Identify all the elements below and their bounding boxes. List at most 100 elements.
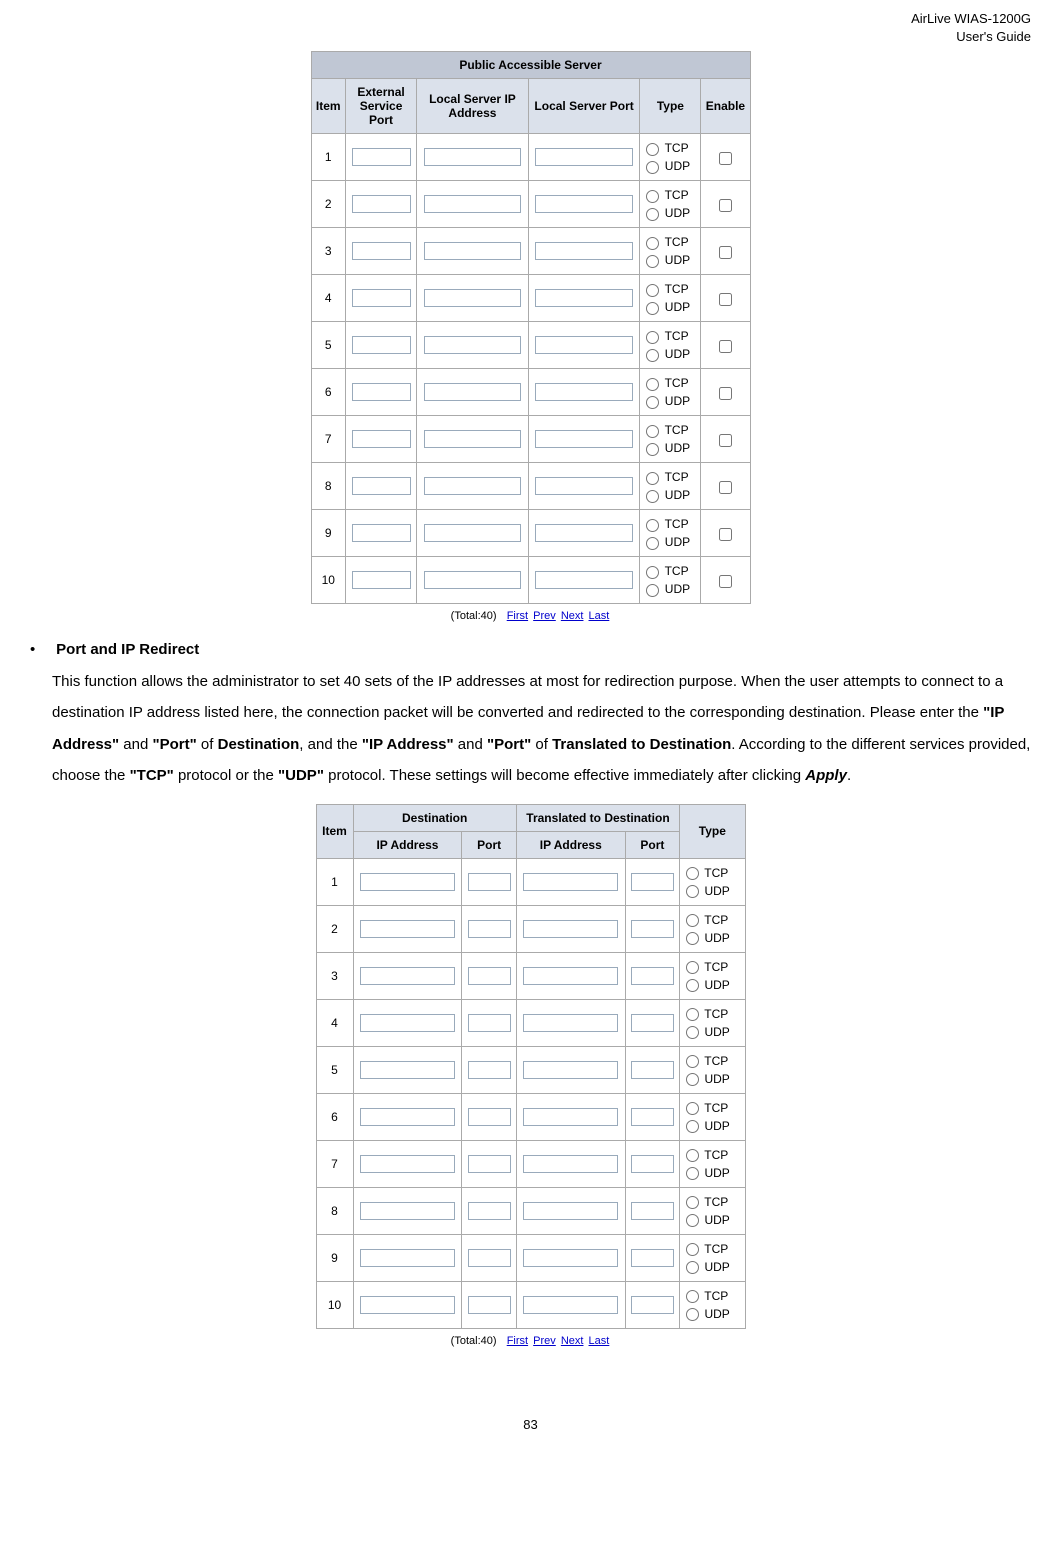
dest-ip-input[interactable] [360,1108,455,1126]
udp-radio[interactable] [646,537,659,550]
trans-ip-input[interactable] [523,920,618,938]
pager2-last[interactable]: Last [589,1335,610,1347]
tcp-radio[interactable] [686,1055,699,1068]
tcp-option[interactable]: TCP [686,1242,728,1256]
tcp-option[interactable]: TCP [686,1195,728,1209]
local-port-input[interactable] [535,148,633,166]
trans-port-input[interactable] [631,1202,674,1220]
tcp-radio[interactable] [646,284,659,297]
tcp-option[interactable]: TCP [646,423,688,437]
dest-ip-input[interactable] [360,1202,455,1220]
pager2-next[interactable]: Next [561,1335,584,1347]
tcp-option[interactable]: TCP [686,866,728,880]
pager-last[interactable]: Last [589,610,610,622]
local-port-input[interactable] [535,242,633,260]
tcp-radio[interactable] [646,378,659,391]
udp-option[interactable]: UDP [646,206,690,220]
enable-checkbox[interactable] [719,293,732,306]
trans-ip-input[interactable] [523,1061,618,1079]
udp-option[interactable]: UDP [646,488,690,502]
enable-checkbox[interactable] [719,387,732,400]
enable-checkbox[interactable] [719,199,732,212]
tcp-option[interactable]: TCP [646,517,688,531]
enable-checkbox[interactable] [719,528,732,541]
local-port-input[interactable] [535,383,633,401]
udp-option[interactable]: UDP [686,1213,730,1227]
dest-port-input[interactable] [468,1014,511,1032]
pager2-first[interactable]: First [507,1335,528,1347]
trans-port-input[interactable] [631,1249,674,1267]
local-ip-input[interactable] [424,524,522,542]
dest-ip-input[interactable] [360,967,455,985]
ext-port-input[interactable] [352,242,411,260]
tcp-radio[interactable] [686,914,699,927]
udp-radio[interactable] [686,1261,699,1274]
local-ip-input[interactable] [424,477,522,495]
tcp-radio[interactable] [646,519,659,532]
udp-option[interactable]: UDP [646,300,690,314]
local-ip-input[interactable] [424,336,522,354]
tcp-option[interactable]: TCP [646,329,688,343]
dest-ip-input[interactable] [360,1249,455,1267]
local-port-input[interactable] [535,477,633,495]
udp-radio[interactable] [646,255,659,268]
dest-ip-input[interactable] [360,873,455,891]
udp-radio[interactable] [686,979,699,992]
local-ip-input[interactable] [424,195,522,213]
trans-ip-input[interactable] [523,967,618,985]
trans-port-input[interactable] [631,1108,674,1126]
tcp-radio[interactable] [686,961,699,974]
dest-ip-input[interactable] [360,1155,455,1173]
enable-checkbox[interactable] [719,434,732,447]
tcp-option[interactable]: TCP [646,470,688,484]
udp-radio[interactable] [646,443,659,456]
dest-port-input[interactable] [468,873,511,891]
udp-radio[interactable] [646,396,659,409]
dest-ip-input[interactable] [360,1296,455,1314]
tcp-option[interactable]: TCP [646,564,688,578]
ext-port-input[interactable] [352,336,411,354]
udp-option[interactable]: UDP [646,159,690,173]
local-port-input[interactable] [535,289,633,307]
udp-radio[interactable] [646,302,659,315]
tcp-radio[interactable] [646,566,659,579]
udp-radio[interactable] [686,1026,699,1039]
tcp-option[interactable]: TCP [646,235,688,249]
udp-option[interactable]: UDP [686,1307,730,1321]
udp-option[interactable]: UDP [646,347,690,361]
trans-ip-input[interactable] [523,1014,618,1032]
tcp-option[interactable]: TCP [686,1148,728,1162]
local-ip-input[interactable] [424,571,522,589]
tcp-radio[interactable] [686,1196,699,1209]
dest-port-input[interactable] [468,1155,511,1173]
udp-option[interactable]: UDP [686,1025,730,1039]
udp-option[interactable]: UDP [646,535,690,549]
ext-port-input[interactable] [352,477,411,495]
tcp-radio[interactable] [686,867,699,880]
trans-port-input[interactable] [631,1014,674,1032]
tcp-radio[interactable] [646,237,659,250]
trans-ip-input[interactable] [523,873,618,891]
trans-port-input[interactable] [631,920,674,938]
local-ip-input[interactable] [424,383,522,401]
udp-radio[interactable] [686,885,699,898]
trans-port-input[interactable] [631,1061,674,1079]
trans-port-input[interactable] [631,873,674,891]
pager2-prev[interactable]: Prev [533,1335,556,1347]
enable-checkbox[interactable] [719,246,732,259]
tcp-option[interactable]: TCP [646,376,688,390]
trans-port-input[interactable] [631,1296,674,1314]
enable-checkbox[interactable] [719,481,732,494]
udp-option[interactable]: UDP [646,394,690,408]
udp-option[interactable]: UDP [646,582,690,596]
tcp-radio[interactable] [686,1008,699,1021]
dest-port-input[interactable] [468,920,511,938]
local-ip-input[interactable] [424,148,522,166]
trans-ip-input[interactable] [523,1108,618,1126]
dest-port-input[interactable] [468,967,511,985]
dest-ip-input[interactable] [360,920,455,938]
ext-port-input[interactable] [352,571,411,589]
tcp-radio[interactable] [646,472,659,485]
trans-ip-input[interactable] [523,1249,618,1267]
trans-ip-input[interactable] [523,1296,618,1314]
